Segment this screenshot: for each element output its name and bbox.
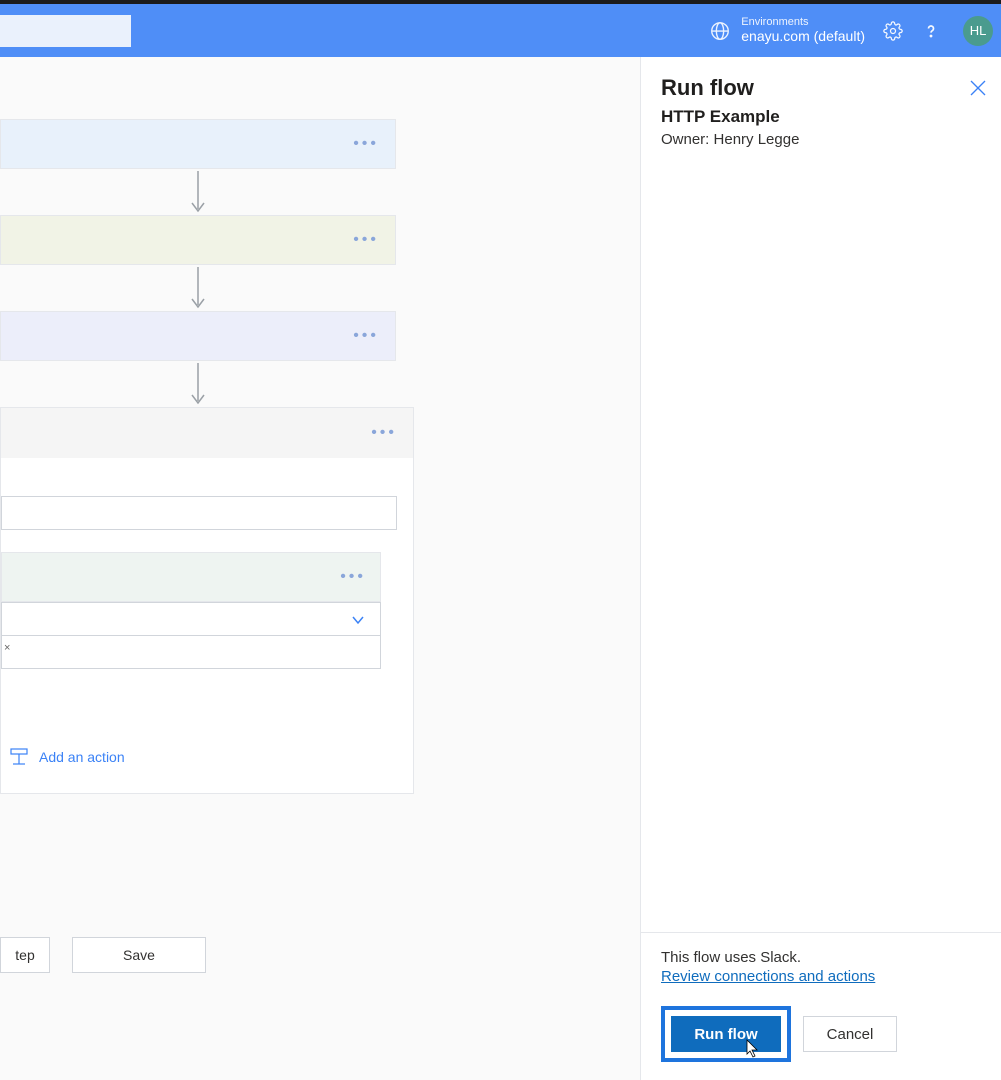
flow-arrow — [0, 361, 396, 407]
more-icon[interactable]: ••• — [353, 231, 379, 249]
run-flow-button[interactable]: Run flow — [671, 1016, 781, 1052]
flow-name: HTTP Example — [661, 107, 981, 127]
save-button[interactable]: Save — [72, 937, 206, 973]
settings-icon[interactable] — [883, 21, 903, 41]
token-input[interactable]: × — [1, 635, 381, 669]
flow-owner: Owner: Henry Legge — [661, 131, 981, 148]
add-action-label: Add an action — [39, 749, 125, 765]
remove-token-icon[interactable]: × — [4, 642, 10, 654]
token-chip[interactable]: × — [2, 642, 10, 654]
avatar[interactable]: HL — [963, 16, 993, 46]
more-icon[interactable]: ••• — [371, 424, 397, 442]
new-step-button[interactable]: tep — [0, 937, 50, 973]
chevron-down-icon — [350, 612, 366, 628]
connections-info: This flow uses Slack. — [661, 949, 981, 966]
search-input[interactable] — [0, 15, 131, 47]
flow-substep[interactable]: ••• — [1, 552, 381, 602]
flow-arrow — [0, 265, 396, 311]
environment-value: enayu.com (default) — [741, 28, 865, 44]
close-icon[interactable] — [969, 79, 987, 97]
app-header: Environments enayu.com (default) HL — [0, 4, 1001, 57]
review-connections-link[interactable]: Review connections and actions — [661, 968, 875, 985]
add-action-icon — [9, 747, 29, 767]
dropdown[interactable] — [1, 602, 381, 636]
cancel-button[interactable]: Cancel — [803, 1016, 897, 1052]
add-action-button[interactable]: Add an action — [9, 747, 395, 767]
flow-arrow — [0, 169, 396, 215]
flow-step-expanded: ••• ••• × Add an action — [0, 407, 414, 794]
text-input[interactable] — [1, 496, 397, 530]
help-icon[interactable] — [921, 21, 941, 41]
flow-step-header[interactable]: ••• — [1, 408, 413, 458]
panel-title: Run flow — [661, 75, 981, 101]
flow-step[interactable]: ••• — [0, 311, 396, 361]
flow-step[interactable]: ••• — [0, 119, 396, 169]
run-flow-panel: Run flow HTTP Example Owner: Henry Legge… — [640, 57, 1001, 1080]
more-icon[interactable]: ••• — [353, 135, 379, 153]
highlight-box: Run flow — [661, 1006, 791, 1062]
more-icon[interactable]: ••• — [353, 327, 379, 345]
environment-label: Environments — [741, 16, 865, 28]
more-icon[interactable]: ••• — [340, 568, 366, 586]
environment-picker[interactable]: Environments enayu.com (default) — [709, 16, 865, 46]
globe-icon — [709, 20, 731, 42]
flow-step[interactable]: ••• — [0, 215, 396, 265]
